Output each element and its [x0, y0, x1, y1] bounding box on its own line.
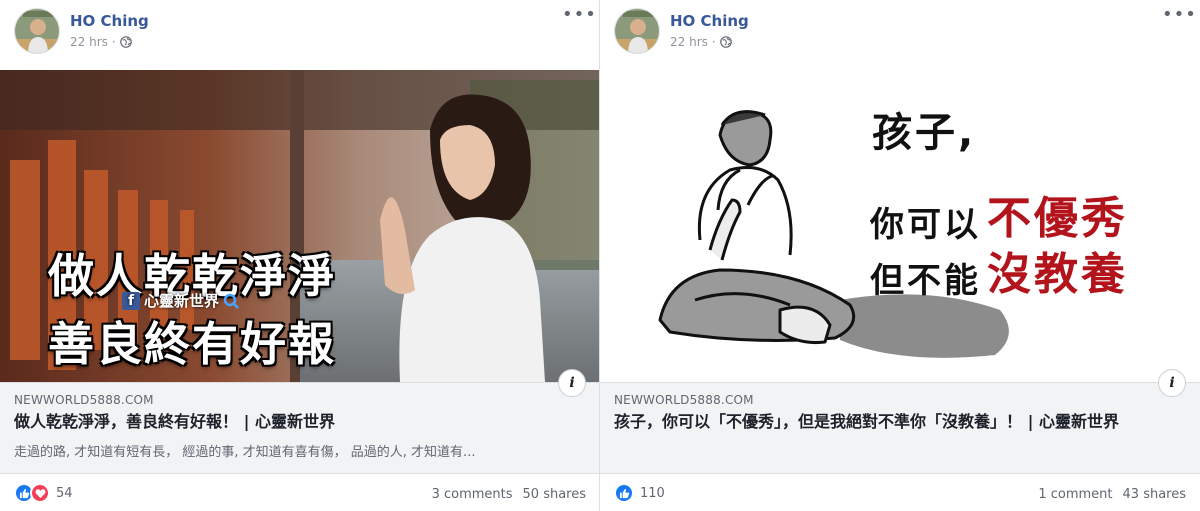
shares-count-link[interactable]: 50 shares: [523, 487, 586, 502]
reactions-summary[interactable]: 54: [14, 483, 73, 503]
reaction-count: 54: [56, 485, 73, 501]
facebook-icon: f: [122, 291, 140, 310]
post-footer: 54 3 comments 50 shares: [0, 480, 600, 510]
shares-count-link[interactable]: 43 shares: [1123, 487, 1186, 502]
post-meta: 22 hrs ·: [670, 35, 732, 49]
post-image[interactable]: 做人乾乾淨淨 善良終有好報 f 心靈新世界: [0, 70, 600, 382]
link-preview[interactable]: i NEWWORLD5888.COM 孩子，你可以「不優秀」，但是我絕對不準你「…: [600, 369, 1200, 474]
info-button[interactable]: i: [1158, 369, 1186, 397]
love-icon: [30, 483, 50, 503]
comments-count-link[interactable]: 1 comment: [1038, 487, 1112, 502]
globe-icon: [719, 36, 732, 48]
author-avatar[interactable]: [14, 8, 60, 54]
post-time[interactable]: 22 hrs: [670, 35, 708, 49]
post-header: HO Ching 22 hrs · •••: [0, 0, 600, 70]
author-name[interactable]: HO Ching: [70, 12, 149, 30]
image-headline-line2: 善良終有好報: [48, 317, 336, 371]
author-avatar[interactable]: [614, 8, 660, 54]
magnifier-icon: [223, 293, 239, 309]
engagement-stats: 3 comments 50 shares: [432, 487, 586, 502]
image-text-line2b: 不優秀: [987, 193, 1128, 244]
image-text-line1: 孩子,: [872, 110, 977, 156]
post-header: HO Ching 22 hrs · •••: [600, 0, 1200, 70]
image-text-line3b: 沒教養: [987, 249, 1128, 300]
link-domain: NEWWORLD5888.COM: [14, 393, 154, 407]
link-preview[interactable]: i NEWWORLD5888.COM 做人乾乾淨淨，善良終有好報！ | 心靈新世…: [0, 369, 600, 474]
post-image[interactable]: 孩子, 你可以 不優秀 但不能 沒教養: [600, 70, 1200, 382]
image-brand-watermark: f 心靈新世界: [122, 290, 239, 311]
post-meta: 22 hrs ·: [70, 35, 132, 49]
comments-count-link[interactable]: 3 comments: [432, 487, 513, 502]
link-domain: NEWWORLD5888.COM: [614, 393, 754, 407]
like-icon: [614, 483, 634, 503]
globe-icon: [119, 36, 132, 48]
image-text-line3a: 但不能: [870, 261, 981, 301]
brand-label: 心靈新世界: [144, 292, 220, 310]
engagement-stats: 1 comment 43 shares: [1038, 487, 1186, 502]
post-footer: 110 1 comment 43 shares: [600, 480, 1200, 510]
link-title[interactable]: 做人乾乾淨淨，善良終有好報！ | 心靈新世界: [14, 411, 584, 433]
post-card-1: HO Ching 22 hrs · ••• 做人乾乾淨淨 善良終有好報 f 心靈…: [0, 0, 600, 511]
post-time[interactable]: 22 hrs: [70, 35, 108, 49]
image-text-line2: 你可以 不優秀: [870, 182, 1128, 246]
more-options-button[interactable]: •••: [1162, 6, 1196, 28]
author-name[interactable]: HO Ching: [670, 12, 749, 30]
more-options-button[interactable]: •••: [562, 6, 596, 28]
info-button[interactable]: i: [558, 369, 586, 397]
link-title[interactable]: 孩子，你可以「不優秀」，但是我絕對不準你「沒教養」！ | 心靈新世界: [614, 411, 1184, 433]
link-description: 走過的路, 才知道有短有長， 經過的事, 才知道有喜有傷， 品過的人, 才知道有…: [14, 445, 476, 460]
image-text-line3: 但不能 沒教養: [870, 238, 1128, 302]
post-card-2: HO Ching 22 hrs · ••• 孩子, 你可以 不優秀 但不能 沒教…: [600, 0, 1200, 511]
reactions-summary[interactable]: 110: [614, 483, 665, 503]
reaction-count: 110: [640, 485, 665, 501]
